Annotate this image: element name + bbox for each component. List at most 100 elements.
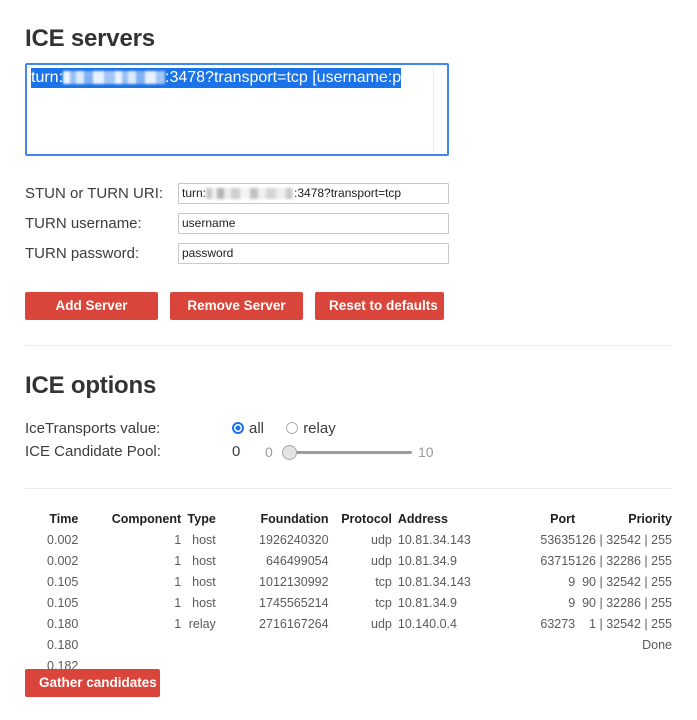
cell-priority: 1 | 32542 | 255: [575, 615, 672, 636]
cell-priority: Done: [575, 636, 672, 657]
uri-field-label: STUN or TURN URI:: [25, 183, 163, 205]
reset-defaults-button[interactable]: Reset to defaults: [315, 292, 444, 320]
cell-foundation: [216, 636, 329, 657]
radio-option-all[interactable]: all: [232, 420, 264, 437]
cell-protocol: [329, 657, 392, 678]
add-server-button[interactable]: Add Server: [25, 292, 158, 320]
cell-foundation: 1012130992: [216, 573, 329, 594]
cell-component: 1: [78, 594, 181, 615]
cell-port: 63715: [515, 552, 576, 573]
table-row: 0.180 Done: [25, 636, 672, 657]
cell-type: host: [181, 531, 216, 552]
slider-max-label: 10: [418, 442, 434, 462]
icetransports-radio-group: all relay: [232, 420, 354, 438]
slider-thumb[interactable]: [282, 445, 297, 460]
radio-checked-icon: [232, 422, 244, 434]
cell-protocol: udp: [329, 531, 392, 552]
column-header-type: Type: [181, 512, 216, 531]
candidate-pool-slider[interactable]: [285, 451, 412, 454]
turn-uri-suffix: :3478?transport=tcp [username:p: [165, 69, 401, 86]
cell-priority: 90 | 32542 | 255: [575, 573, 672, 594]
table-row: 0.0021host1926240320udp10.81.34.14353635…: [25, 531, 672, 552]
cell-time: 0.180: [25, 615, 78, 636]
ice-servers-textarea[interactable]: turn: :3478?transport=tcp [username:p: [25, 63, 449, 156]
cell-protocol: udp: [329, 552, 392, 573]
cell-protocol: tcp: [329, 573, 392, 594]
cell-protocol: tcp: [329, 594, 392, 615]
column-header-component: Component: [78, 512, 181, 531]
cell-component: 1: [78, 615, 181, 636]
uri-input[interactable]: turn: :3478?transport=tcp: [178, 183, 449, 204]
cell-type: [181, 636, 216, 657]
candidates-table: Time Component Type Foundation Protocol …: [25, 512, 672, 678]
cell-foundation: [216, 657, 329, 678]
candidate-pool-value: 0: [232, 442, 240, 462]
cell-type: host: [181, 573, 216, 594]
table-header-row: Time Component Type Foundation Protocol …: [25, 512, 672, 531]
cell-time: 0.105: [25, 573, 78, 594]
table-row: 0.1051host1012130992tcp10.81.34.143990 |…: [25, 573, 672, 594]
icetransports-label: IceTransports value:: [25, 420, 160, 437]
cell-address: 10.81.34.143: [392, 531, 515, 552]
cell-foundation: 1745565214: [216, 594, 329, 615]
ice-server-entry: turn: :3478?transport=tcp [username:p: [31, 68, 445, 88]
column-header-time: Time: [25, 512, 78, 531]
column-header-protocol: Protocol: [329, 512, 392, 531]
column-header-port: Port: [515, 512, 576, 531]
table-row: 0.1801relay2716167264udp10.140.0.4632731…: [25, 615, 672, 636]
redacted-host-block: [206, 188, 294, 199]
cell-priority: [575, 657, 672, 678]
textarea-scrollbar[interactable]: [433, 67, 445, 152]
cell-type: relay: [181, 615, 216, 636]
cell-time: 0.002: [25, 552, 78, 573]
cell-priority: 126 | 32286 | 255: [575, 552, 672, 573]
username-field-label: TURN username:: [25, 213, 142, 235]
cell-type: host: [181, 594, 216, 615]
cell-component: 1: [78, 531, 181, 552]
cell-component: [78, 636, 181, 657]
cell-component: 1: [78, 552, 181, 573]
radio-option-relay[interactable]: relay: [286, 420, 336, 437]
turn-username-input[interactable]: username: [178, 213, 449, 234]
cell-foundation: 1926240320: [216, 531, 329, 552]
column-header-address: Address: [392, 512, 515, 531]
ice-options-title: ICE options: [25, 372, 156, 400]
cell-port: 53635: [515, 531, 576, 552]
cell-priority: 90 | 32286 | 255: [575, 594, 672, 615]
column-header-foundation: Foundation: [216, 512, 329, 531]
cell-type: host: [181, 552, 216, 573]
cell-port: 9: [515, 594, 576, 615]
cell-address: [392, 636, 515, 657]
cell-port: 63273: [515, 615, 576, 636]
cell-time: 0.180: [25, 636, 78, 657]
gather-candidates-button[interactable]: Gather candidates: [25, 669, 160, 697]
radio-label-all: all: [249, 420, 264, 437]
cell-protocol: udp: [329, 615, 392, 636]
uri-value-prefix: turn:: [182, 186, 206, 200]
cell-foundation: 646499054: [216, 552, 329, 573]
cell-component: 1: [78, 573, 181, 594]
turn-scheme-prefix: turn:: [31, 69, 63, 86]
radio-unchecked-icon: [286, 422, 298, 434]
cell-address: 10.81.34.9: [392, 552, 515, 573]
cell-time: 0.105: [25, 594, 78, 615]
cell-protocol: [329, 636, 392, 657]
cell-address: [392, 657, 515, 678]
cell-foundation: 2716167264: [216, 615, 329, 636]
table-row: 0.0021host646499054udp10.81.34.963715126…: [25, 552, 672, 573]
ice-servers-page: ICE servers turn::3478?transport=tcp [us…: [0, 0, 697, 720]
cell-address: 10.140.0.4: [392, 615, 515, 636]
uri-value-suffix: :3478?transport=tcp: [294, 186, 401, 200]
password-field-label: TURN password:: [25, 243, 139, 265]
divider-options-table: [25, 488, 672, 489]
field-row-username: TURN username: username: [25, 213, 449, 235]
remove-server-button[interactable]: Remove Server: [170, 292, 303, 320]
cell-type: [181, 657, 216, 678]
turn-password-input[interactable]: password: [178, 243, 449, 264]
cell-priority: 126 | 32542 | 255: [575, 531, 672, 552]
radio-label-relay: relay: [303, 420, 336, 437]
cell-address: 10.81.34.143: [392, 573, 515, 594]
redacted-host-block: [63, 71, 165, 84]
field-row-uri: STUN or TURN URI: turn: :3478?transport=t…: [25, 183, 449, 205]
column-header-priority: Priority: [575, 512, 672, 531]
